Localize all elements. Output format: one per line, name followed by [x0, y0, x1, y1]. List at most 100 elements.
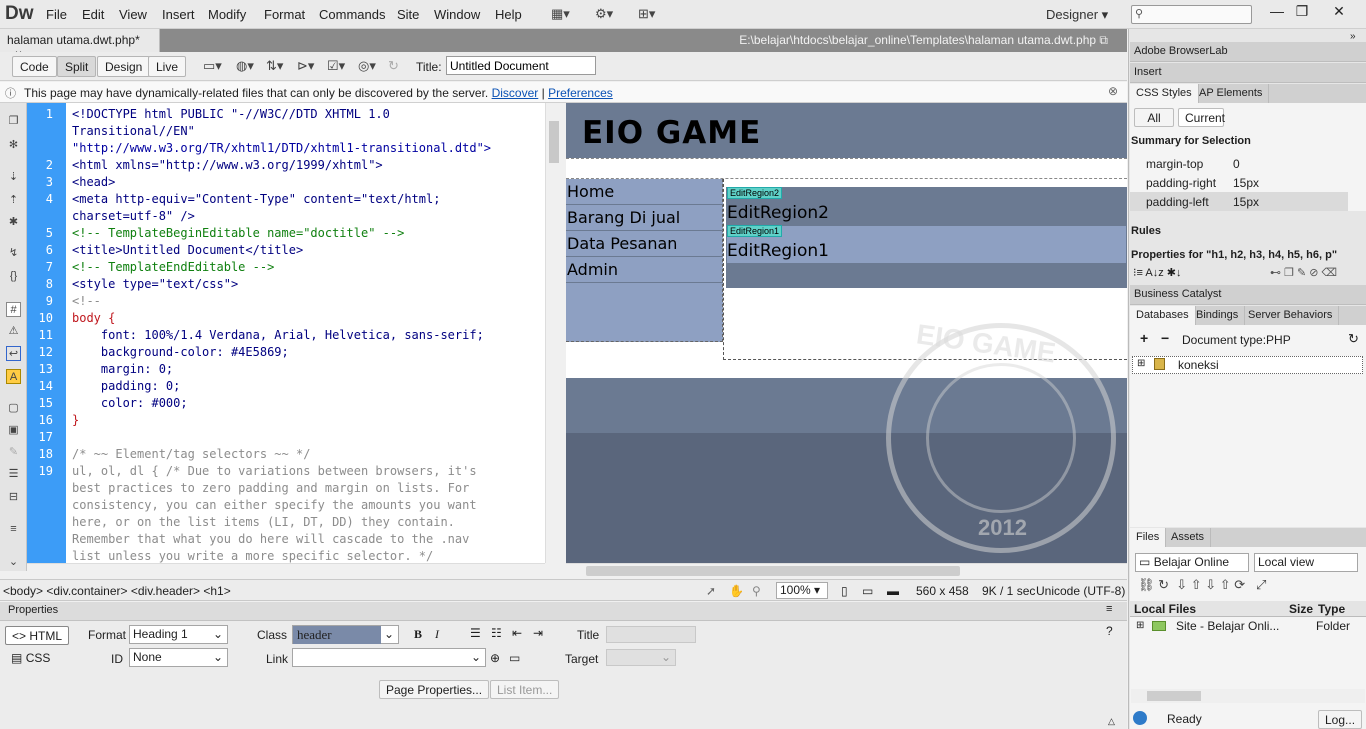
title-prop-input[interactable] — [606, 626, 696, 643]
expand-icon[interactable]: ⊞ — [1136, 620, 1144, 631]
prop-name[interactable]: padding-right — [1146, 176, 1216, 190]
layout-icon[interactable]: ▦▾ — [551, 6, 570, 22]
line-numbers-icon[interactable]: # — [6, 302, 21, 317]
show-code-navigator-icon[interactable]: ✻ — [6, 138, 21, 153]
show-category-icon[interactable]: ⁝≡ A↓z ✱↓ — [1133, 266, 1181, 279]
files-hscroll[interactable] — [1131, 689, 1365, 703]
current-button[interactable]: Current — [1178, 108, 1225, 127]
collapse-full-tag-icon[interactable]: ⇣ — [6, 170, 21, 185]
help-icon[interactable]: ? — [1106, 624, 1113, 638]
restore-icon[interactable]: ❐ — [1290, 3, 1314, 20]
css-actions-icons[interactable]: ⊷ ❐ ✎ ⊘ ⌫ — [1270, 266, 1337, 279]
scroll-thumb[interactable] — [1147, 691, 1201, 701]
indent-code-icon[interactable]: ≡ — [6, 522, 21, 537]
split-view-button[interactable]: Split — [57, 56, 97, 77]
code-view-button[interactable]: Code — [12, 56, 57, 77]
site-icon[interactable]: ⊞▾ — [638, 6, 655, 22]
format-select[interactable]: Heading 1 ⌄ — [129, 625, 228, 644]
zoom-select[interactable]: 100% ▾ — [776, 582, 828, 599]
refresh-icon[interactable]: ↻ — [1348, 331, 1359, 347]
gear-icon[interactable]: ⚙▾ — [595, 6, 613, 22]
nav-item-home[interactable]: Home — [566, 179, 723, 205]
tag-selector[interactable]: <body> <div.container> <div.header> <h1> — [3, 584, 231, 598]
insert-panel-header[interactable]: Insert — [1130, 63, 1366, 83]
link-input[interactable]: ⌄ — [292, 648, 486, 667]
tab-assets[interactable]: Assets — [1165, 528, 1212, 547]
css-mode-button[interactable]: ▤ CSS — [11, 651, 50, 665]
view-select[interactable]: Local view — [1254, 553, 1358, 572]
add-icon[interactable]: + — [1140, 330, 1148, 346]
prop-value[interactable]: 15px — [1233, 195, 1259, 209]
multiscreen-icon[interactable]: ▭▾ — [203, 58, 222, 74]
browserlab-panel-header[interactable]: Adobe BrowserLab — [1130, 42, 1366, 62]
ordered-list-icon[interactable]: ☷ — [491, 626, 502, 640]
type-col[interactable]: Type — [1318, 602, 1345, 616]
tablet-size-icon[interactable]: ▭ — [862, 584, 873, 598]
browser-compat-icon[interactable]: ☑▾ — [327, 58, 345, 74]
log-button[interactable]: Log... — [1318, 710, 1363, 729]
expand-triangle-icon[interactable]: △ — [1108, 716, 1115, 727]
nav-item-admin[interactable]: Admin — [566, 257, 723, 283]
edit-region-1-text[interactable]: EditRegion1 — [727, 241, 829, 261]
list-item-button[interactable]: List Item... — [490, 680, 560, 699]
tab-databases[interactable]: Databases — [1130, 306, 1196, 325]
bold-button[interactable]: B — [414, 627, 422, 642]
minimize-icon[interactable]: — — [1265, 3, 1289, 19]
code-horizontal-scrollbar[interactable] — [27, 563, 545, 579]
hand-tool-icon[interactable]: ✋ — [729, 584, 744, 598]
window-size[interactable]: 560 x 458 — [916, 584, 969, 598]
collapse-selection-icon[interactable]: ⇡ — [6, 193, 21, 208]
wrap-tag-icon[interactable]: ✎ — [6, 445, 21, 460]
menu-view[interactable]: View — [119, 7, 147, 22]
menu-format[interactable]: Format — [264, 7, 305, 22]
file-management-icon[interactable]: ⇅▾ — [266, 58, 283, 74]
size-col[interactable]: Size — [1289, 602, 1313, 616]
tab-bindings[interactable]: Bindings — [1190, 306, 1246, 325]
menu-edit[interactable]: Edit — [82, 7, 104, 22]
page-properties-button[interactable]: Page Properties... — [379, 680, 490, 699]
menu-help[interactable]: Help — [495, 7, 522, 22]
visual-aids-icon[interactable]: ◎▾ — [358, 58, 376, 74]
apply-comment-icon[interactable]: ▢ — [6, 401, 21, 416]
close-icon[interactable]: ✕ — [1327, 3, 1351, 20]
design-view-button[interactable]: Design — [97, 56, 151, 77]
html-mode-button[interactable]: <> HTML — [5, 626, 70, 645]
class-select[interactable]: header ⌄ — [292, 625, 399, 644]
preview-browser-icon[interactable]: ◍▾ — [236, 58, 254, 74]
open-documents-icon[interactable]: ❐ — [6, 114, 21, 129]
scroll-thumb[interactable] — [549, 121, 559, 163]
menu-commands[interactable]: Commands — [319, 7, 385, 22]
collapse-dock-icon[interactable]: » — [1350, 31, 1356, 42]
highlight-invalid-icon[interactable]: ⚠ — [6, 324, 21, 339]
select-parent-tag-icon[interactable]: ↯ — [6, 246, 21, 261]
menu-file[interactable]: File — [46, 7, 67, 22]
code-vertical-scrollbar[interactable] — [545, 103, 562, 563]
indent-icon[interactable]: ⇥ — [533, 626, 543, 640]
zoom-tool-icon[interactable]: ⚲ — [752, 584, 761, 598]
business-catalyst-header[interactable]: Business Catalyst — [1130, 285, 1366, 305]
info-close-icon[interactable]: ⊗ — [1108, 84, 1118, 98]
tab-server-behaviors[interactable]: Server Behaviors — [1242, 306, 1340, 325]
browse-folder-icon[interactable]: ▭ — [509, 651, 520, 665]
search-input[interactable]: ⚲ — [1131, 5, 1252, 24]
balance-braces-icon[interactable]: {} — [6, 269, 21, 284]
word-wrap-icon[interactable]: ↩ — [6, 346, 21, 361]
discover-link[interactable]: Discover — [492, 86, 539, 100]
id-select[interactable]: None ⌄ — [129, 648, 228, 667]
prop-value[interactable]: 15px — [1233, 176, 1259, 190]
refresh-icon[interactable]: ↻ — [388, 58, 399, 74]
design-view[interactable]: EIO GAME Home Barang Di jual Data Pesana… — [566, 103, 1127, 563]
prop-name[interactable]: padding-left — [1146, 195, 1209, 209]
mobile-size-icon[interactable]: ▯ — [841, 584, 848, 598]
more-tools-icon[interactable]: ⌄ — [6, 555, 21, 570]
w3c-validation-icon[interactable]: ⊳▾ — [297, 58, 314, 74]
menu-site[interactable]: Site — [397, 7, 419, 22]
panel-menu-icon[interactable]: ≡ — [1106, 603, 1112, 615]
connection-name[interactable]: koneksi — [1178, 358, 1219, 372]
outdent-icon[interactable]: ⇤ — [512, 626, 522, 640]
nav-item-pesanan[interactable]: Data Pesanan — [566, 231, 723, 257]
site-select[interactable]: ▭ Belajar Online — [1135, 553, 1249, 572]
filter-icon[interactable]: ⧉ — [1099, 33, 1108, 47]
expand-icon[interactable]: ⊞ — [1137, 358, 1145, 369]
prop-name[interactable]: margin-top — [1146, 157, 1203, 171]
